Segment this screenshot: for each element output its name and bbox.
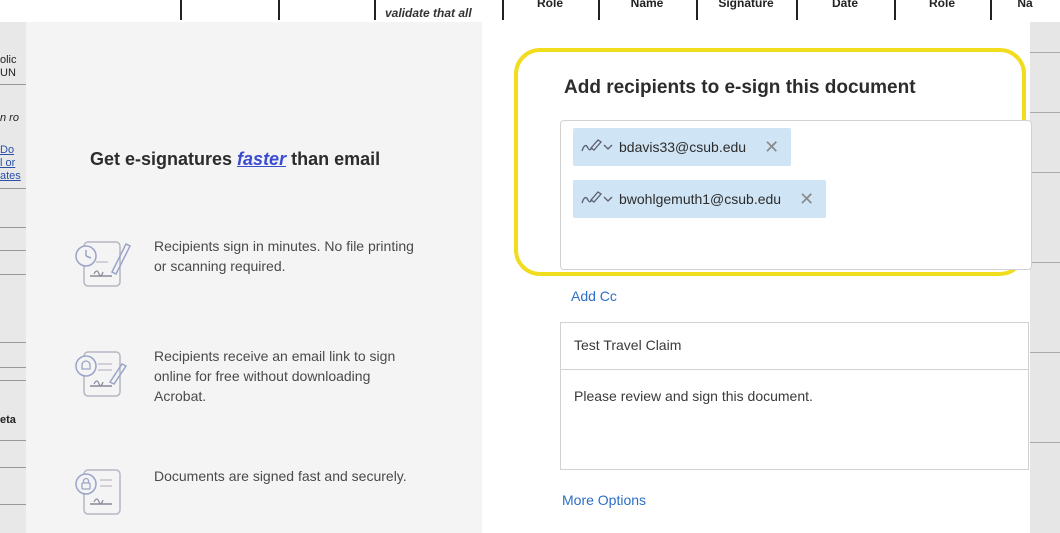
recipient-chip[interactable]: bwohlgemuth1@csub.edu ✕ (573, 180, 827, 218)
doc-fragment: ates (0, 170, 21, 182)
doc-cell (278, 0, 376, 20)
feature-text: Recipients receive an email link to sign… (154, 348, 396, 404)
chevron-down-icon (603, 138, 613, 156)
chevron-down-icon (603, 190, 613, 208)
headline-text: Get e-signatures (90, 149, 238, 169)
feature-text: Documents are signed fast and securely. (154, 468, 407, 484)
message-field[interactable]: Please review and sign this document. (560, 369, 1029, 470)
email-link-icon (72, 346, 136, 406)
intro-headline: Get e-signatures faster than email (90, 149, 380, 170)
doc-fragment: l or (0, 157, 16, 169)
doc-line (1030, 352, 1060, 353)
doc-left-column: olic UN n ro Do l or ates eta (0, 22, 26, 533)
doc-line (0, 274, 26, 275)
doc-validate-text: validate that all (385, 6, 472, 20)
doc-right-column (1030, 22, 1060, 533)
secure-document-icon (72, 466, 136, 526)
doc-header-signature: Signature (696, 0, 798, 20)
doc-line (0, 440, 26, 441)
esign-modal: Get e-signatures faster than email Recip… (26, 22, 1032, 533)
doc-fragment: n ro (0, 112, 19, 124)
doc-header-date: Date (796, 0, 896, 20)
doc-cell (0, 0, 182, 20)
doc-header-name: Name (598, 0, 698, 20)
sign-in-minutes-icon (72, 236, 136, 296)
more-options-link[interactable]: More Options (562, 492, 646, 508)
feature-text: Recipients sign in minutes. No file prin… (154, 238, 414, 274)
doc-line (0, 188, 26, 189)
recipient-email: bdavis33@csub.edu (619, 139, 747, 155)
headline-text-end: than email (286, 149, 381, 169)
doc-header-role-2: Role (894, 0, 992, 20)
headline-emphasis: faster (237, 149, 287, 169)
signature-pen-icon (581, 188, 603, 211)
doc-line (1030, 112, 1060, 113)
doc-line (0, 467, 26, 468)
doc-cell (180, 0, 280, 20)
doc-line (0, 380, 26, 381)
doc-fragment: olic (0, 54, 17, 66)
doc-line (0, 227, 26, 228)
doc-fragment: UN (0, 67, 16, 79)
doc-line (1030, 52, 1060, 53)
doc-header-role: Role (502, 0, 600, 20)
doc-line (0, 342, 26, 343)
subject-field[interactable]: Test Travel Claim (560, 322, 1029, 370)
doc-line (1030, 172, 1060, 173)
recipients-input[interactable]: bdavis33@csub.edu ✕ bwohlgemuth1@csub.ed… (560, 120, 1032, 270)
doc-line (0, 504, 26, 505)
doc-line (0, 250, 26, 251)
feature-item: Recipients receive an email link to sign… (72, 346, 432, 406)
feature-item: Documents are signed fast and securely. (72, 466, 432, 526)
recipient-chip[interactable]: bdavis33@csub.edu ✕ (573, 128, 792, 166)
signer-role-dropdown[interactable] (581, 188, 613, 211)
feature-item: Recipients sign in minutes. No file prin… (72, 236, 432, 296)
doc-fragment: Do (0, 144, 15, 156)
intro-panel: Get e-signatures faster than email Recip… (26, 22, 482, 533)
signature-pen-icon (581, 136, 603, 159)
doc-header-name-2: Na (1017, 0, 1033, 10)
doc-line (0, 84, 26, 85)
document-table-header: Role Name Signature Date Role Na (0, 0, 1060, 23)
signer-role-dropdown[interactable] (581, 136, 613, 159)
recipients-panel: Add recipients to e-sign this document b… (482, 22, 1032, 533)
remove-recipient-icon[interactable]: ✕ (799, 190, 814, 208)
add-cc-link[interactable]: Add Cc (571, 288, 617, 304)
recipients-title: Add recipients to e-sign this document (564, 77, 916, 98)
remove-recipient-icon[interactable]: ✕ (764, 138, 779, 156)
recipient-email: bwohlgemuth1@csub.edu (619, 191, 782, 207)
doc-fragment: eta (0, 414, 16, 426)
doc-line (0, 367, 26, 368)
doc-line (1030, 442, 1060, 443)
doc-line (1030, 262, 1060, 263)
